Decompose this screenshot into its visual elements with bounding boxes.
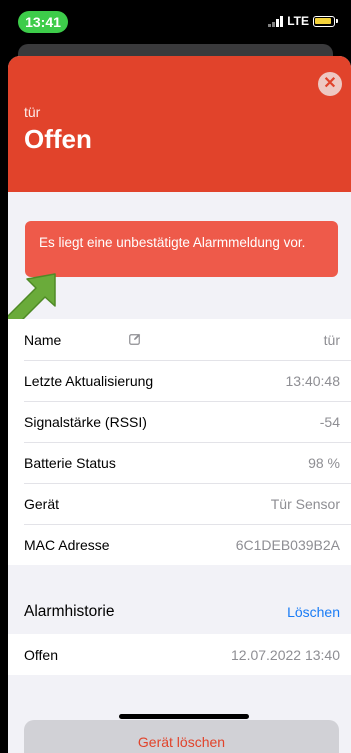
unacknowledged-alarm-banner[interactable]: Es liegt eine unbestätigte Alarmmeldung … <box>25 221 338 277</box>
detail-value: Tür Sensor <box>270 495 340 512</box>
network-label: LTE <box>287 14 309 28</box>
detail-value: tür <box>323 331 340 348</box>
delete-device-button[interactable]: Gerät löschen <box>24 720 339 753</box>
device-detail-sheet: ✕ tür Offen Es liegt eine unbestätigte A… <box>8 56 351 753</box>
detail-label: Letzte Aktualisierung <box>24 372 154 389</box>
detail-row-device: Gerät Tür Sensor <box>8 483 351 524</box>
close-icon[interactable]: ✕ <box>318 72 342 96</box>
clear-history-button[interactable]: Löschen <box>287 604 340 620</box>
detail-value: 98 % <box>308 454 340 471</box>
detail-value: -54 <box>319 413 340 430</box>
edit-icon[interactable] <box>129 333 141 345</box>
detail-row-mac: MAC Adresse 6C1DEB039B2A <box>8 524 351 565</box>
detail-label: Signalstärke (RSSI) <box>24 413 147 430</box>
alarm-history-title: Alarmhistorie <box>24 603 115 620</box>
detail-value: 6C1DEB039B2A <box>235 536 340 553</box>
battery-icon <box>313 15 338 27</box>
detail-label: Batterie Status <box>24 454 116 471</box>
home-indicator[interactable] <box>119 714 249 719</box>
status-bar: 13:41 LTE <box>0 0 351 40</box>
status-indicators: LTE <box>268 14 338 28</box>
signal-icon <box>268 15 284 27</box>
alarm-history-list: Offen 12.07.2022 13:40 <box>8 634 351 675</box>
device-details-list: Name tür Letzte Aktualisierung 13:40:48 … <box>8 319 351 565</box>
detail-row-signal: Signalstärke (RSSI) -54 <box>8 401 351 442</box>
detail-row-battery: Batterie Status 98 % <box>8 442 351 483</box>
detail-label: MAC Adresse <box>24 536 110 553</box>
detail-row-name[interactable]: Name tür <box>8 319 351 360</box>
alert-message: Es liegt eine unbestätigte Alarmmeldung … <box>39 235 306 250</box>
device-state-title: Offen <box>24 124 92 154</box>
history-entry[interactable]: Offen 12.07.2022 13:40 <box>8 634 351 675</box>
detail-row-last-update: Letzte Aktualisierung 13:40:48 <box>8 360 351 401</box>
history-entry-time: 12.07.2022 13:40 <box>231 646 340 663</box>
device-name-subtitle: tür <box>24 104 41 120</box>
status-header: ✕ tür Offen <box>8 56 351 192</box>
history-entry-label: Offen <box>24 646 58 663</box>
detail-label: Gerät <box>24 495 60 512</box>
detail-label: Name <box>24 331 62 348</box>
delete-device-label: Gerät löschen <box>137 734 226 750</box>
detail-value: 13:40:48 <box>285 372 341 389</box>
alarm-history-header: Alarmhistorie Löschen <box>8 590 351 634</box>
status-time[interactable]: 13:41 <box>18 11 68 33</box>
